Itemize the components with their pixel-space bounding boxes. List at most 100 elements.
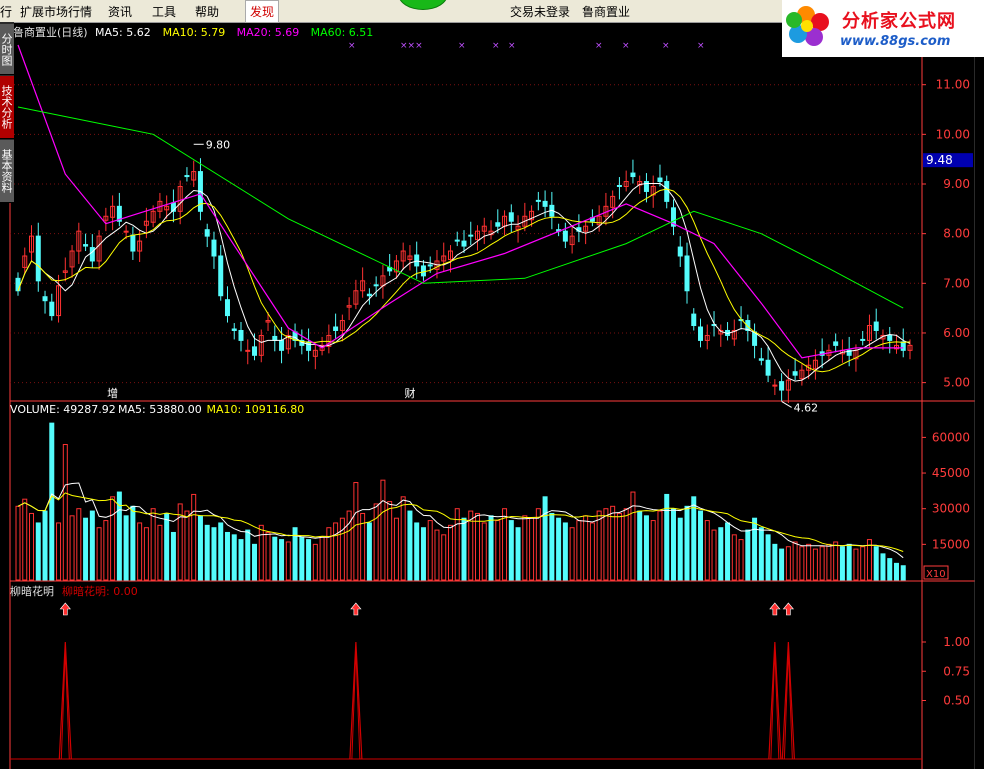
tab-intraday[interactable]: 分时图: [0, 24, 14, 75]
volume-bar: [279, 539, 285, 581]
ma5-line: [17, 183, 911, 382]
candle-body: [130, 234, 136, 252]
price-tick-label: 8.00: [943, 227, 970, 241]
top-marker: ×: [595, 41, 603, 51]
menu-item-discover[interactable]: 发现: [245, 0, 280, 23]
volume-bar: [860, 546, 866, 581]
volume-bar: [630, 491, 636, 581]
tab-fundamentals[interactable]: 基本资料: [0, 140, 14, 203]
login-status: 交易未登录: [510, 5, 571, 19]
menu-item-news[interactable]: 资讯: [108, 3, 132, 20]
volume-bar: [22, 498, 28, 581]
volume-bar: [35, 522, 41, 581]
volume-bar: [130, 505, 136, 581]
candle-body: [691, 313, 697, 327]
volume-bar: [799, 546, 805, 581]
volume-bar: [353, 482, 359, 581]
volume-bar: [887, 558, 893, 581]
candle-body: [765, 359, 771, 376]
stock-chart[interactable]: 11.00 10.00 9.00 8.00 7.00 6.00 5.00 9.48 60000 4…: [0, 0, 984, 769]
volume-bar: [96, 527, 102, 581]
volume-bar: [752, 517, 758, 581]
candle-body: [495, 222, 501, 227]
candle-body: [664, 181, 670, 202]
top-marker: ×: [508, 41, 516, 51]
volume-bar: [529, 517, 535, 581]
volume-bar: [76, 508, 82, 581]
candle-body: [900, 341, 906, 351]
volume-bar: [69, 515, 75, 581]
volume-bar: [137, 522, 143, 581]
volume-bar: [420, 527, 426, 581]
candle-body: [279, 339, 285, 351]
volume-bar: [393, 517, 399, 581]
candle-body: [231, 328, 237, 331]
volume-bar: [191, 493, 197, 581]
volume-bar: [779, 548, 785, 581]
menu-item-extended-market[interactable]: 扩展市场行情: [20, 3, 92, 20]
quote-panel-edge: [975, 57, 984, 769]
volume-tick-label: 60000: [932, 430, 970, 444]
candle-body: [252, 346, 258, 356]
candle-body: [83, 244, 89, 247]
volume-bar: [535, 508, 541, 581]
volume-bar: [15, 505, 21, 581]
volume-bar: [49, 422, 55, 581]
candle-body: [245, 349, 251, 352]
volume-bar: [542, 496, 548, 581]
price-tick-label: 7.00: [943, 276, 970, 290]
volume-bar: [414, 522, 420, 581]
volume-bar: [29, 512, 35, 581]
volume-bar: [461, 517, 467, 581]
candle-body: [758, 358, 764, 361]
price-annotation: 9.80: [206, 138, 231, 151]
volume-bar: [806, 543, 812, 581]
volume-bar: [447, 524, 453, 581]
volume-bar: [677, 517, 683, 581]
logo-url: www.88gs.com: [840, 34, 951, 49]
volume-bar: [704, 520, 710, 581]
volume-bar: [812, 548, 818, 581]
candle-body: [684, 255, 690, 292]
volume-bar: [211, 527, 217, 581]
volume-bar: [731, 534, 737, 581]
top-marker: ×: [662, 41, 670, 51]
volume-bar: [833, 541, 839, 581]
volume-bar: [569, 527, 575, 581]
volume-bar: [502, 508, 508, 581]
menu-item-help[interactable]: 帮助: [195, 3, 219, 20]
volume-bar: [238, 539, 244, 581]
candle-body: [630, 172, 636, 178]
volume-bar: [258, 524, 264, 581]
volume-tick-label: 45000: [932, 466, 970, 480]
logo-name: 分析家公式网: [842, 11, 956, 32]
volume-bar: [110, 496, 116, 581]
volume-bar: [170, 531, 176, 581]
tab-technical[interactable]: 技术分析: [0, 76, 14, 139]
menu-item-trade[interactable]: 行: [0, 3, 12, 20]
volume-bar: [725, 522, 731, 581]
top-marker: ×: [492, 41, 500, 51]
volume-bar: [441, 534, 447, 581]
indicator-legend: 柳暗花明: 0.00: [62, 584, 138, 598]
indicator-tick-label: 0.50: [943, 694, 970, 708]
volume-bar: [434, 529, 440, 581]
price-annotation: 4.62: [794, 401, 819, 414]
ma60-line: [17, 106, 904, 309]
volume-bar: [745, 529, 751, 581]
volume-bar: [312, 543, 318, 581]
volume-bar: [765, 534, 771, 581]
flower-logo-icon: [786, 6, 829, 46]
menu-item-tools[interactable]: 工具: [152, 3, 176, 20]
candle-body: [427, 264, 433, 267]
volume-bar: [596, 510, 602, 581]
stock-name: 鲁商置业: [582, 5, 631, 19]
volume-bar: [758, 527, 764, 581]
indicator-tick-label: 0.75: [943, 664, 970, 678]
volume-bar: [772, 543, 778, 581]
candle-body: [218, 255, 224, 297]
volume-bar: [522, 515, 528, 581]
candle-body: [562, 230, 568, 242]
candle-body: [657, 177, 663, 183]
volume-bar: [657, 510, 663, 581]
